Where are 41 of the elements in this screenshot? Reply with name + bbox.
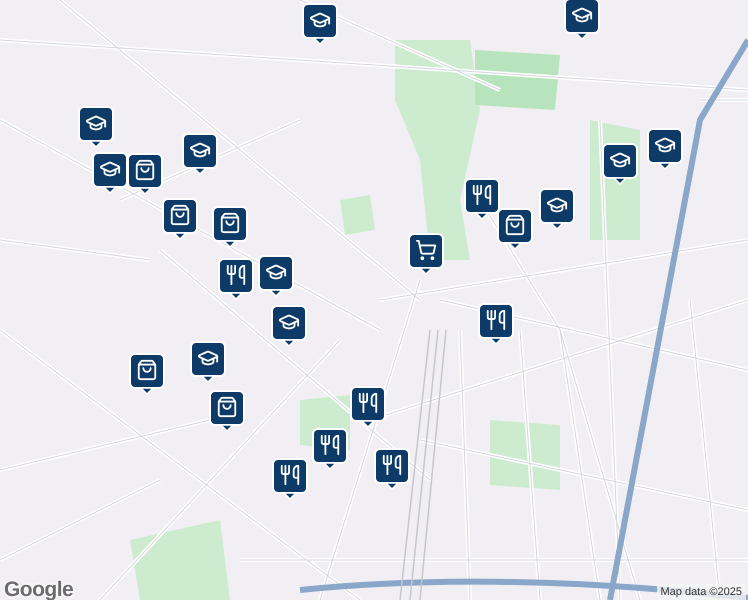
shopping-bag-icon bbox=[219, 212, 241, 234]
map-pin[interactable] bbox=[162, 198, 198, 240]
map-pin[interactable] bbox=[374, 448, 410, 490]
map-pin[interactable] bbox=[218, 258, 254, 300]
map-pin[interactable] bbox=[129, 353, 165, 395]
map-pin[interactable] bbox=[464, 178, 500, 220]
fork-knife-icon bbox=[471, 184, 493, 206]
map-pin[interactable] bbox=[182, 133, 218, 175]
map-pin[interactable] bbox=[497, 208, 533, 250]
map-pin[interactable] bbox=[302, 3, 338, 45]
fork-knife-icon bbox=[381, 454, 403, 476]
shopping-bag-icon bbox=[169, 204, 191, 226]
shopping-bag-icon bbox=[134, 159, 156, 181]
shopping-bag-icon bbox=[504, 214, 526, 236]
shopping-cart-icon bbox=[415, 239, 437, 261]
fork-knife-icon bbox=[279, 464, 301, 486]
shopping-bag-icon bbox=[136, 359, 158, 381]
map-attribution: Map data ©2025 bbox=[656, 584, 746, 600]
map-pin[interactable] bbox=[564, 0, 600, 40]
map-pin[interactable] bbox=[212, 206, 248, 248]
map-pin[interactable] bbox=[350, 386, 386, 428]
map-pin[interactable] bbox=[127, 153, 163, 195]
fork-knife-icon bbox=[485, 309, 507, 331]
map-pin[interactable] bbox=[647, 128, 683, 170]
map-pin[interactable] bbox=[478, 303, 514, 345]
map-drawing[interactable] bbox=[0, 0, 748, 600]
shopping-bag-icon bbox=[216, 396, 238, 418]
fork-knife-icon bbox=[225, 264, 247, 286]
map-pin[interactable] bbox=[92, 152, 128, 194]
map-pin[interactable] bbox=[78, 106, 114, 148]
map-pin[interactable] bbox=[272, 458, 308, 500]
map-pin[interactable] bbox=[209, 390, 245, 432]
fork-knife-icon bbox=[319, 434, 341, 456]
map-pin[interactable] bbox=[539, 188, 575, 230]
map-pin[interactable] bbox=[190, 341, 226, 383]
map-pin[interactable] bbox=[408, 233, 444, 275]
map-pin[interactable] bbox=[271, 305, 307, 347]
map-pin[interactable] bbox=[258, 255, 294, 297]
map-pin[interactable] bbox=[312, 428, 348, 470]
map-pin[interactable] bbox=[602, 143, 638, 185]
fork-knife-icon bbox=[357, 392, 379, 414]
